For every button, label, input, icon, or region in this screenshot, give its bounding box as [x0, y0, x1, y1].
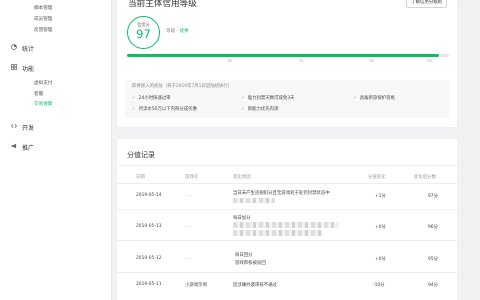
row-game: ... — [187, 256, 192, 261]
score-records-card: 分值记录 日期 游戏名 变化原因 分值变化 变化后分数 2019-05-14 .… — [117, 139, 457, 300]
benefit-label: 能力封禁天数可减免3天 — [247, 96, 295, 101]
sidebar-item-member-mgmt[interactable]: 成员管理 — [34, 16, 52, 22]
page-title: 当前主体信用等级 — [128, 0, 197, 9]
sidebar-item-script-mgmt[interactable]: 脚本管理 — [34, 5, 52, 11]
benefit-item: ✓ 能力封禁天数可减免3天 — [241, 95, 294, 101]
check-icon: ✓ — [241, 107, 245, 112]
check-icon: ✓ — [241, 96, 245, 101]
row-change: -10分 — [373, 283, 385, 288]
credit-level-card: 当前主体信用等级 了解信用分规则 信用分 97 等级 · 优秀 60 70 80 90… — [117, 0, 457, 127]
row-reason: 每日回分 — [235, 253, 253, 258]
row-game: ... — [187, 224, 192, 229]
credit-level: 等级 · 优秀 — [166, 28, 189, 34]
benefit-item: ✓ 24小时快速过审 — [132, 95, 171, 101]
row-reason: 当日未产生违规扣分且无游戏处于处罚封禁状态中 — [233, 191, 330, 196]
benefit-item: ✓ 新能力优先内测 — [241, 106, 278, 112]
tick-label: 60 — [227, 58, 233, 63]
sidebar-item-virtual-pay[interactable]: 虚拟支付 — [34, 80, 52, 86]
divider — [117, 209, 457, 210]
divider — [117, 240, 457, 241]
benefit-label: 新能力优先内测 — [247, 107, 279, 112]
row-change: +1分 — [375, 194, 386, 199]
divider — [117, 165, 457, 166]
level-value: 优秀 — [179, 29, 189, 34]
sidebar: 脚本管理 成员管理 反馈管理 统计 功能 虚拟支付 客服 交易保障 开发 推广 — [0, 0, 112, 300]
level-prefix: 等级 · — [166, 29, 180, 34]
benefit-label: 具备新游保护资格 — [359, 96, 395, 101]
chart-icon — [11, 44, 17, 50]
row-change: +0分 — [375, 257, 386, 262]
sidebar-section-dev[interactable]: 开发 — [22, 123, 34, 132]
benefit-item: ✓ 具备新游保护资格 — [353, 95, 395, 101]
credit-score-value: 97 — [136, 27, 151, 41]
sidebar-section-features[interactable]: 功能 — [22, 64, 34, 73]
redacted-text — [233, 198, 275, 203]
credit-rules-button[interactable]: 了解信用分规则 — [406, 0, 447, 8]
code-icon — [11, 123, 17, 129]
tick-label: 80 — [369, 58, 375, 63]
redacted-text — [233, 230, 323, 236]
col-header-after: 变化后分数 — [414, 175, 436, 180]
row-date: 2019-05-11 — [136, 282, 162, 287]
row-date: 2019-05-12 — [136, 256, 162, 261]
benefit-label: 月流水50万以下内购分成优惠 — [138, 107, 197, 112]
row-change: +0分 — [375, 225, 386, 230]
row-after: 96分 — [428, 225, 438, 230]
row-game: ... — [187, 193, 192, 198]
divider — [117, 272, 457, 273]
col-header-game: 游戏名 — [185, 175, 199, 180]
divider — [117, 183, 457, 184]
sidebar-item-trade-guarantee[interactable]: 交易保障 — [34, 101, 52, 107]
col-header-change: 分值变化 — [368, 175, 386, 180]
sidebar-item-feedback-mgmt[interactable]: 反馈管理 — [34, 27, 52, 33]
row-reason: 每日加分 — [233, 216, 251, 221]
megaphone-icon — [11, 143, 17, 149]
records-title: 分值记录 — [127, 151, 155, 159]
check-icon: ✓ — [132, 96, 136, 101]
benefits-title: 即将接入的权益（将于2019年7月1日后陆续执行） — [132, 84, 233, 89]
col-header-reason: 变化原因 — [233, 175, 251, 180]
row-date: 2019-05-13 — [136, 224, 162, 229]
row-after: 97分 — [428, 194, 438, 199]
credit-score-circle: 信用分 97 — [127, 16, 160, 49]
redacted-text — [233, 222, 338, 228]
col-header-date: 日期 — [136, 175, 145, 180]
tick-label: 90 — [427, 58, 433, 63]
benefit-item: ✓ 月流水50万以下内购分成优惠 — [132, 106, 197, 112]
score-ticks: 60 70 80 90 — [127, 57, 449, 65]
row-date: 2019-05-14 — [136, 193, 162, 198]
tick-label: 70 — [298, 58, 304, 63]
check-icon: ✓ — [132, 107, 136, 112]
row-after: 94分 — [428, 283, 438, 288]
sidebar-item-customer-service[interactable]: 客服 — [34, 91, 43, 97]
benefit-label: 24小时快速过审 — [138, 96, 171, 101]
row-reason: 因涉嫌抄袭审核不通过 — [233, 283, 277, 288]
sidebar-section-stats[interactable]: 统计 — [22, 44, 34, 53]
row-after: 95分 — [428, 257, 438, 262]
row-reason-detail: 游戏审核被驳回 — [235, 261, 266, 266]
row-game: 小游戏示例 — [185, 283, 207, 288]
benefits-panel: 即将接入的权益（将于2019年7月1日后陆续执行） ✓ 24小时快速过审 ✓ 能力封… — [125, 80, 450, 118]
grid-icon — [11, 64, 17, 70]
sidebar-section-promotion[interactable]: 推广 — [22, 143, 34, 152]
check-icon: ✓ — [353, 96, 357, 101]
